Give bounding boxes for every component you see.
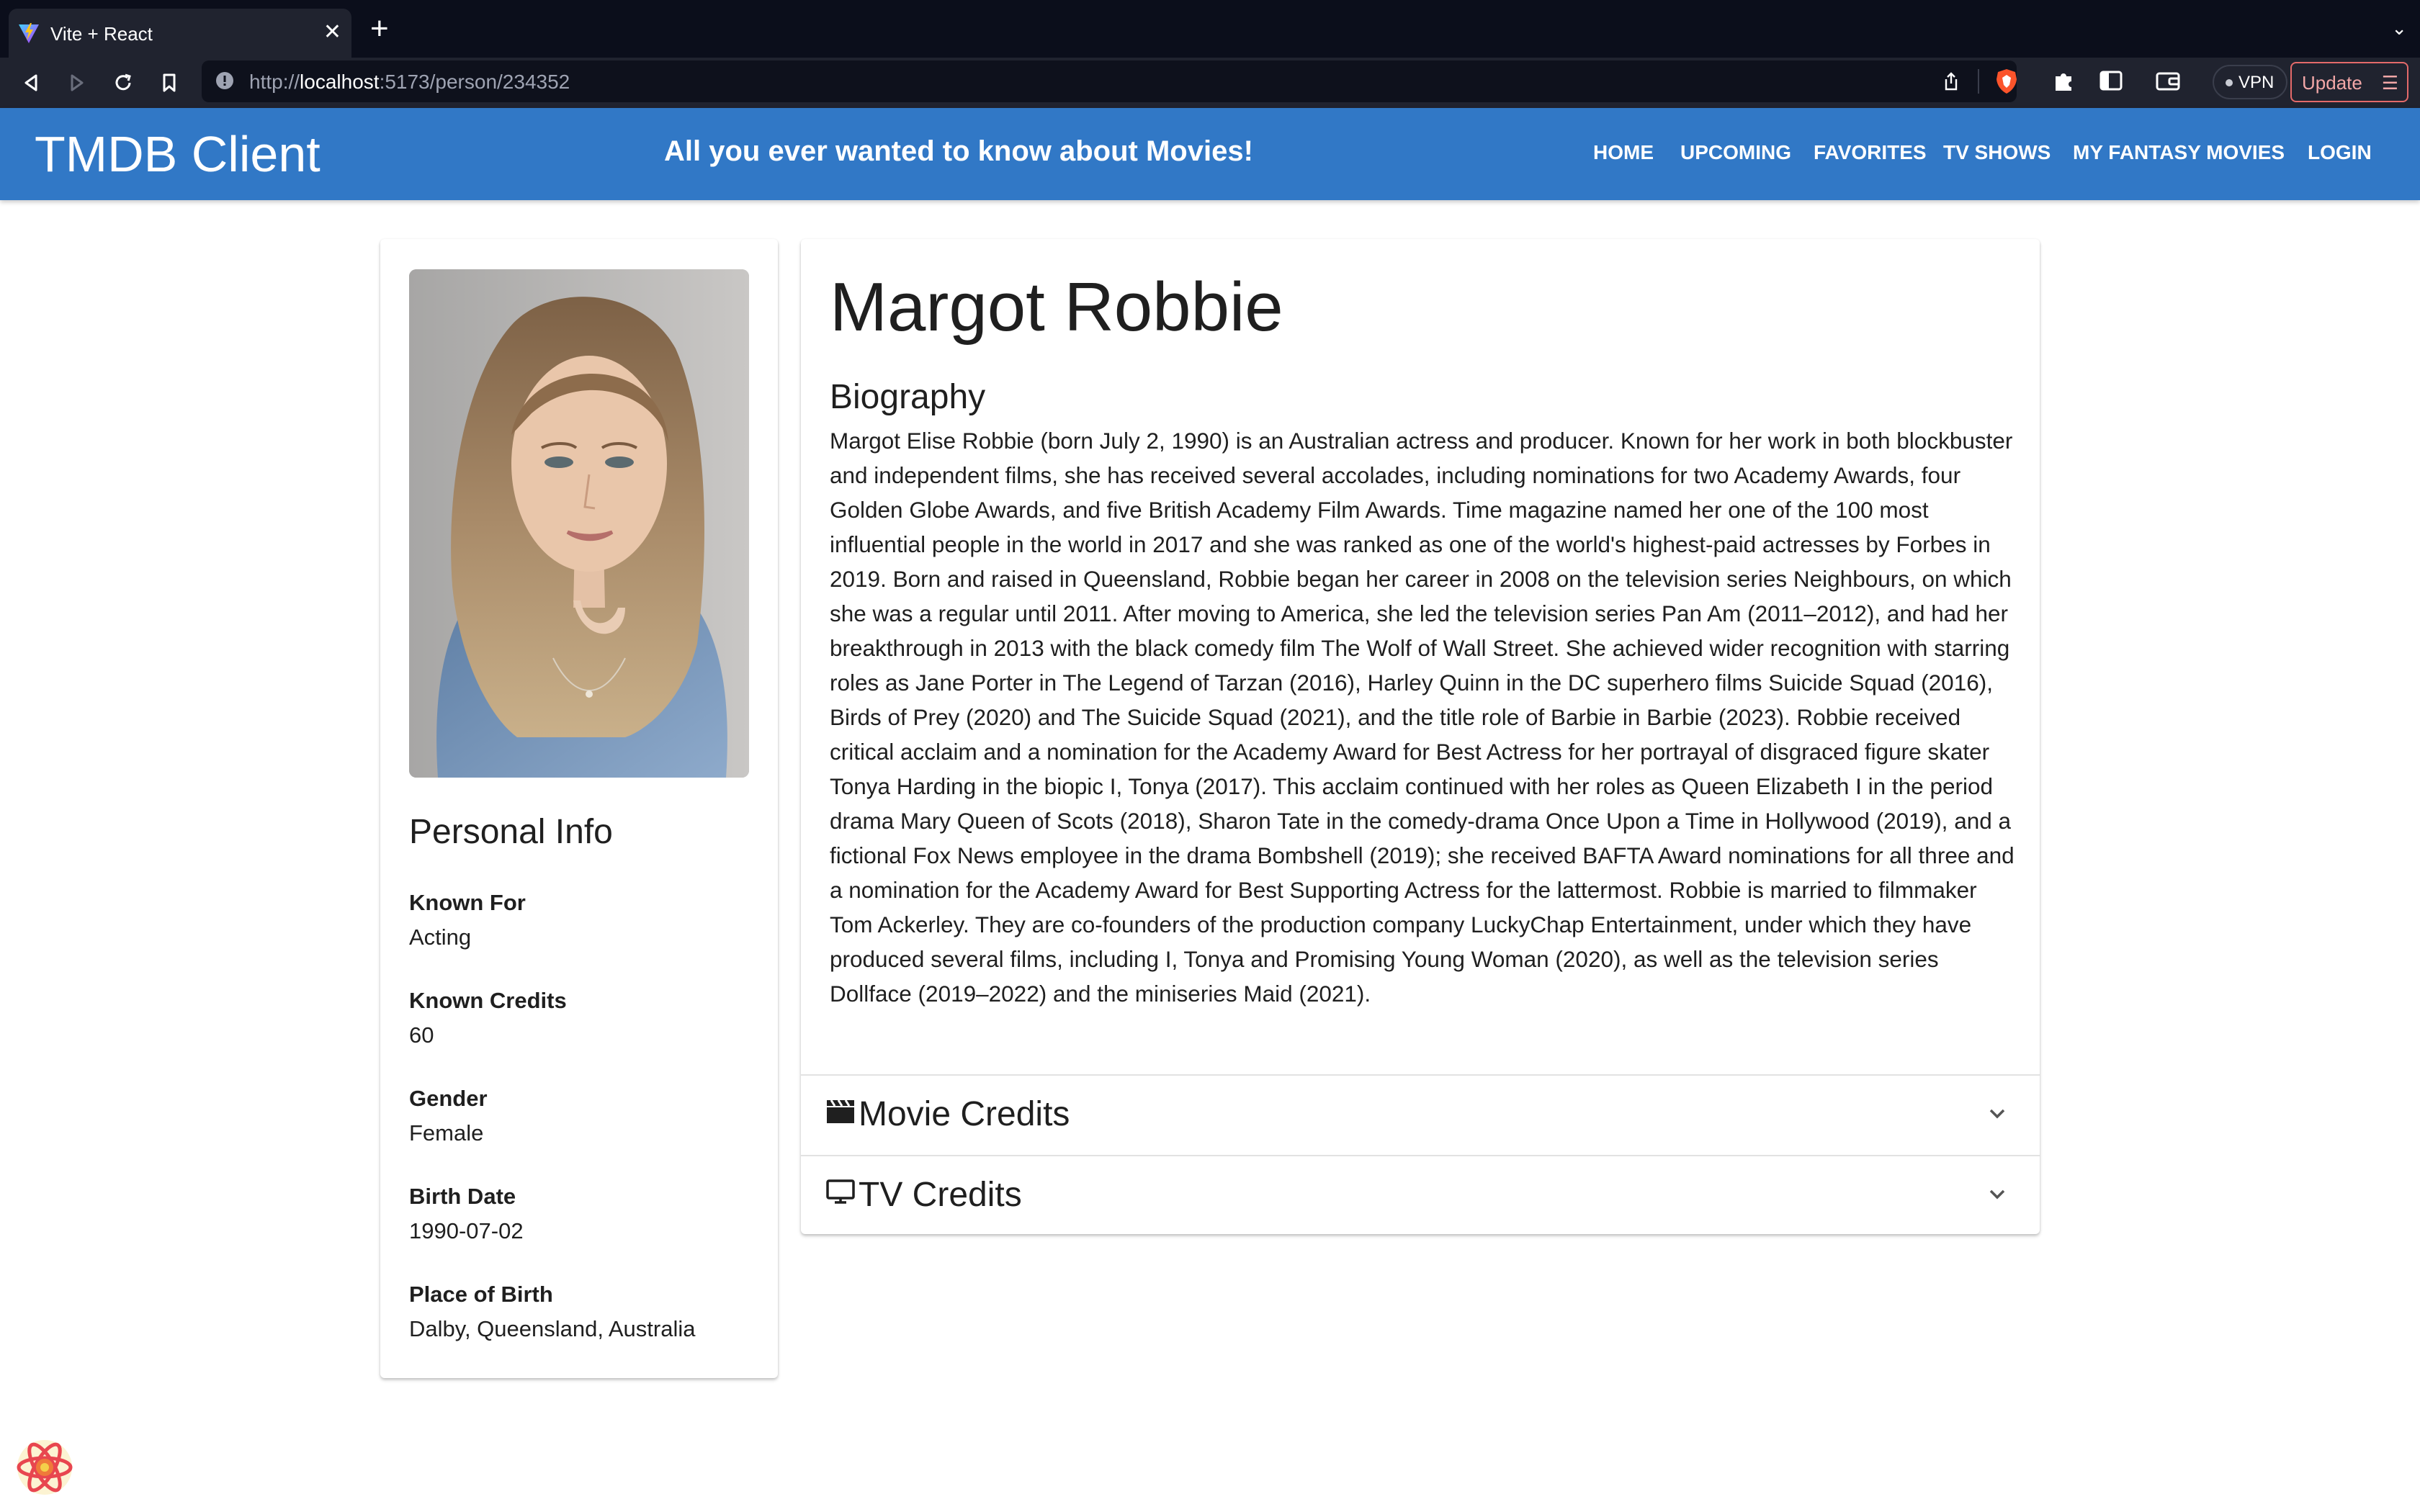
biography-heading: Biography [830, 378, 986, 416]
bookmark-icon[interactable] [156, 69, 183, 96]
biography-text: Margot Elise Robbie (born July 2, 1990) … [830, 428, 2015, 1007]
movie-credits-accordion[interactable]: Movie Credits [801, 1074, 2040, 1155]
personal-info-heading: Personal Info [409, 813, 613, 851]
browser-tab-strip: Vite + React ✕ + ⌄ [0, 0, 2420, 58]
browser-tab[interactable]: Vite + React ✕ [9, 9, 351, 58]
update-button[interactable]: Update ☰ [2290, 62, 2408, 102]
forward-icon[interactable] [63, 69, 91, 96]
birth-date-value: 1990-07-02 [409, 1218, 524, 1243]
sidebar-toggle-icon[interactable] [2099, 69, 2123, 92]
react-query-devtools-icon[interactable] [14, 1437, 75, 1498]
profile-photo-illustration [409, 269, 749, 778]
reload-icon[interactable] [109, 69, 137, 96]
tab-close-icon[interactable]: ✕ [323, 20, 341, 45]
profile-photo [409, 269, 749, 778]
main-nav: HOME UPCOMING FAVORITES TV SHOWS MY FANT… [1585, 108, 2406, 200]
chevron-down-icon [1989, 1189, 2005, 1200]
movie-credits-label: Movie Credits [859, 1095, 1070, 1133]
address-bar-divider [1978, 69, 1979, 94]
place-of-birth-label: Place of Birth [409, 1282, 553, 1307]
vpn-status-dot [2226, 79, 2233, 86]
app-tagline: All you ever wanted to know about Movies… [664, 135, 1253, 167]
vite-favicon-icon [19, 23, 39, 43]
tv-credits-label: TV Credits [859, 1176, 1022, 1214]
app-title[interactable]: TMDB Client [35, 125, 321, 183]
birth-date-label: Birth Date [409, 1184, 516, 1209]
brave-shield-icon[interactable] [1994, 68, 2020, 95]
site-info-icon[interactable] [215, 71, 235, 91]
wallet-icon[interactable] [2155, 69, 2181, 92]
address-bar[interactable]: http://localhost:5173/person/234352 [202, 60, 2017, 102]
gender-value: Female [409, 1120, 484, 1146]
update-label: Update [2302, 72, 2362, 94]
url-text: http://localhost:5173/person/234352 [249, 71, 570, 93]
tv-credits-accordion[interactable]: TV Credits [801, 1155, 2040, 1236]
nav-home[interactable]: HOME [1593, 141, 1654, 164]
known-for-label: Known For [409, 890, 526, 915]
known-credits-label: Known Credits [409, 988, 567, 1013]
menu-icon: ☰ [2381, 72, 2398, 94]
vpn-label: VPN [2238, 73, 2275, 92]
known-credits-value: 60 [409, 1022, 434, 1048]
nav-my-fantasy-movies[interactable]: MY FANTASY MOVIES [2073, 141, 2285, 164]
vpn-button[interactable]: VPN [2213, 65, 2287, 99]
known-for-value: Acting [409, 924, 472, 950]
tv-icon [826, 1179, 855, 1204]
nav-login[interactable]: LOGIN [2308, 141, 2372, 164]
chevron-down-icon [1989, 1109, 2005, 1119]
tab-title: Vite + React [50, 23, 153, 45]
tab-list-chevron-icon[interactable]: ⌄ [2391, 17, 2407, 40]
nav-favorites[interactable]: FAVORITES [1814, 141, 1927, 164]
personal-info-card: Personal Info Known For Acting Known Cre… [380, 239, 778, 1378]
person-details-card: Margot Robbie Biography Margot Elise Rob… [801, 239, 2040, 1234]
app-header: TMDB Client All you ever wanted to know … [0, 108, 2420, 200]
share-icon[interactable] [1940, 71, 1962, 92]
nav-upcoming[interactable]: UPCOMING [1680, 141, 1791, 164]
clapperboard-icon [827, 1099, 854, 1123]
place-of-birth-value: Dalby, Queensland, Australia [409, 1316, 696, 1341]
new-tab-icon[interactable]: + [370, 13, 389, 45]
nav-tv-shows[interactable]: TV SHOWS [1943, 141, 2051, 164]
extensions-puzzle-icon[interactable] [2051, 68, 2077, 94]
person-name: Margot Robbie [830, 269, 1283, 346]
back-icon[interactable] [17, 69, 45, 96]
gender-label: Gender [409, 1086, 488, 1111]
